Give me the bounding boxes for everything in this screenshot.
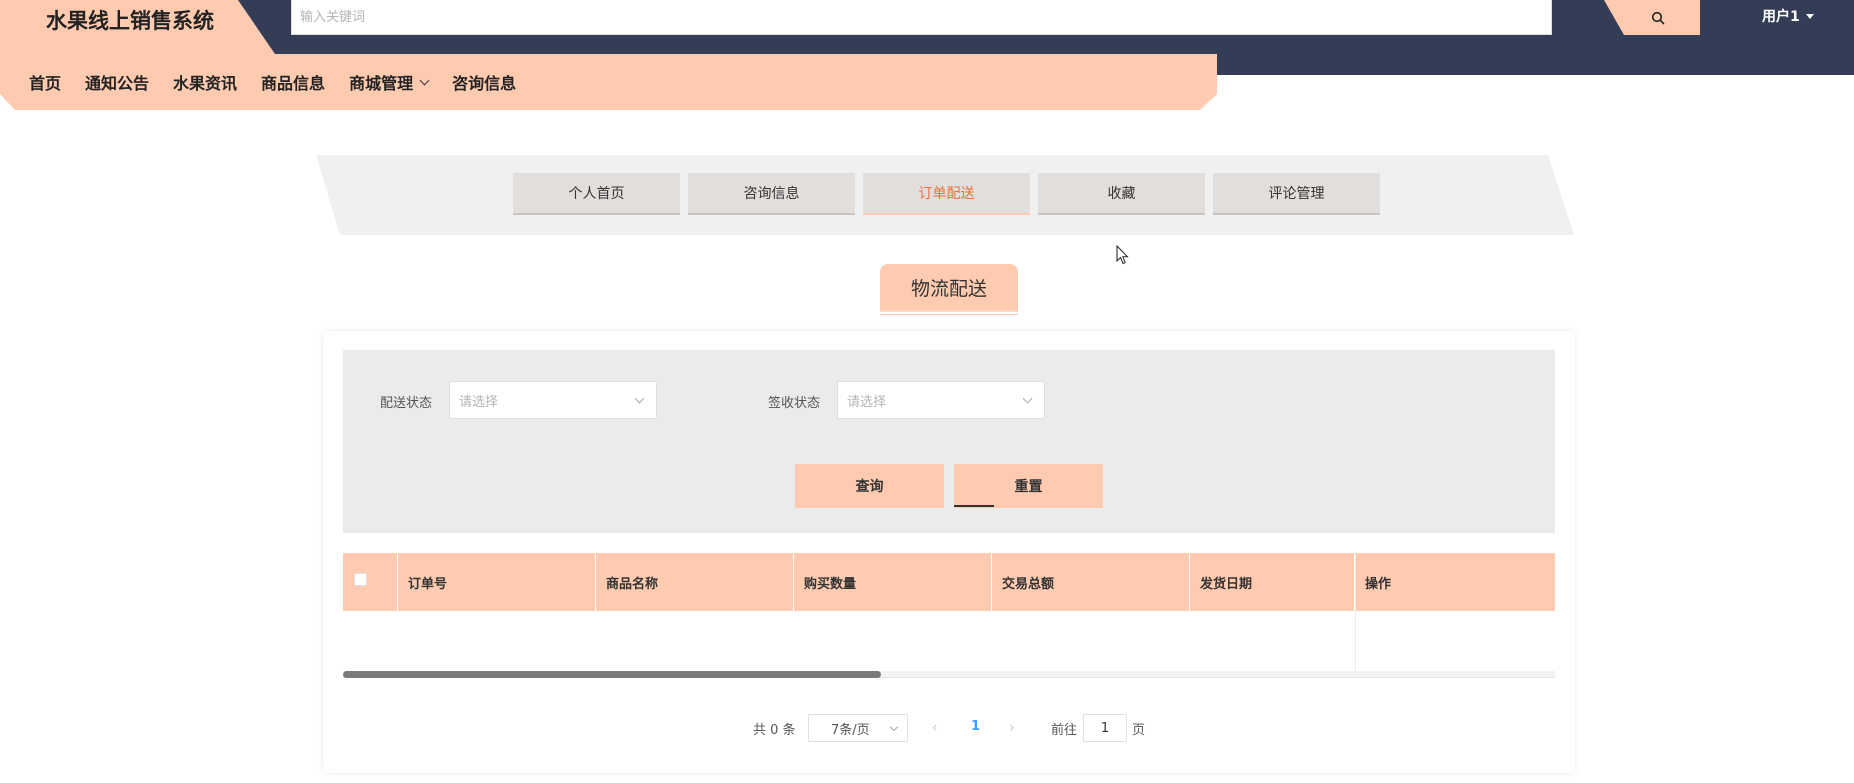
nav-item-notices[interactable]: 通知公告 — [85, 70, 149, 94]
reset-button[interactable]: 重置 — [954, 464, 1103, 508]
nav-item-label: 水果资讯 — [173, 74, 238, 93]
nav-item-consultation[interactable]: 咨询信息 — [452, 70, 516, 94]
select-all-checkbox[interactable] — [354, 573, 367, 586]
column-header-actions: 操作 — [1365, 576, 1392, 592]
nav-item-label: 商城管理 — [349, 74, 414, 93]
section-title: 物流配送 — [880, 264, 1018, 315]
nav-item-home[interactable]: 首页 — [29, 70, 61, 94]
nav-item-label: 商品信息 — [261, 74, 326, 93]
chevron-down-icon — [1022, 393, 1033, 404]
page-size-value: 7条/页 — [831, 722, 870, 738]
column-header-order-no: 订单号 — [398, 553, 596, 611]
select-placeholder: 请选择 — [459, 394, 499, 410]
page: 水果线上销售系统 用户1 首页 通知公告 水果资讯 商品信息 商城管理 咨询信息… — [0, 0, 1854, 783]
page-number-current[interactable]: 1 — [971, 719, 980, 734]
goto-page-input[interactable] — [1083, 714, 1127, 742]
tab-order-delivery[interactable]: 订单配送 — [863, 173, 1030, 215]
nav-item-label: 咨询信息 — [452, 74, 517, 93]
mouse-cursor-icon — [1116, 245, 1129, 265]
chevron-down-icon — [419, 75, 430, 85]
tab-comments[interactable]: 评论管理 — [1213, 173, 1380, 215]
caret-down-icon — [1805, 13, 1814, 19]
nav-item-label: 通知公告 — [85, 74, 150, 93]
user-name: 用户1 — [1762, 9, 1800, 25]
nav-item-products[interactable]: 商品信息 — [261, 70, 325, 94]
tab-consultation[interactable]: 咨询信息 — [688, 173, 855, 215]
column-header-product-name: 商品名称 — [596, 553, 794, 611]
reset-button-underline — [954, 505, 994, 507]
page-unit-label: 页 — [1132, 723, 1146, 738]
select-placeholder: 请选择 — [847, 394, 887, 410]
chevron-down-icon — [889, 722, 899, 732]
pagination-total: 共 0 条 — [753, 723, 796, 738]
column-header-ship-date: 发货日期 — [1190, 553, 1355, 611]
next-page-icon[interactable]: › — [1009, 720, 1015, 736]
site-title: 水果线上销售系统 — [46, 9, 214, 33]
prev-page-icon[interactable]: ‹ — [932, 720, 938, 736]
user-menu[interactable]: 用户1 — [1762, 6, 1814, 26]
tab-personal-home[interactable]: 个人首页 — [513, 173, 680, 215]
table-header: 订单号 商品名称 购买数量 交易总额 发货日期 操作 — [343, 553, 1555, 611]
select-column-header — [343, 553, 398, 611]
receipt-status-label: 签收状态 — [768, 396, 821, 411]
filter-panel — [343, 350, 1555, 533]
search-box[interactable] — [291, 0, 1552, 35]
nav-item-fruit-news[interactable]: 水果资讯 — [173, 70, 237, 94]
nav-item-label: 首页 — [29, 74, 62, 93]
search-icon — [1651, 11, 1665, 24]
main-nav: 首页 通知公告 水果资讯 商品信息 商城管理 咨询信息 — [29, 70, 540, 94]
chevron-down-icon — [634, 393, 645, 404]
search-input[interactable] — [292, 0, 1551, 34]
nav-item-mall-management[interactable]: 商城管理 — [349, 70, 430, 94]
center-tabs: 个人首页 咨询信息 订单配送 收藏 评论管理 — [513, 173, 1380, 215]
receipt-status-select[interactable]: 请选择 — [837, 381, 1045, 419]
column-header-quantity: 购买数量 — [794, 553, 992, 611]
delivery-status-select[interactable]: 请选择 — [449, 381, 657, 419]
query-button[interactable]: 查询 — [795, 464, 944, 508]
column-header-total-amount: 交易总额 — [992, 553, 1190, 611]
page-size-select[interactable]: 7条/页 — [808, 714, 908, 742]
tab-favorites[interactable]: 收藏 — [1038, 173, 1205, 215]
goto-label: 前往 — [1051, 723, 1078, 738]
fixed-column-divider — [1355, 553, 1356, 678]
horizontal-scrollbar-thumb[interactable] — [343, 671, 881, 678]
delivery-status-label: 配送状态 — [380, 396, 433, 411]
